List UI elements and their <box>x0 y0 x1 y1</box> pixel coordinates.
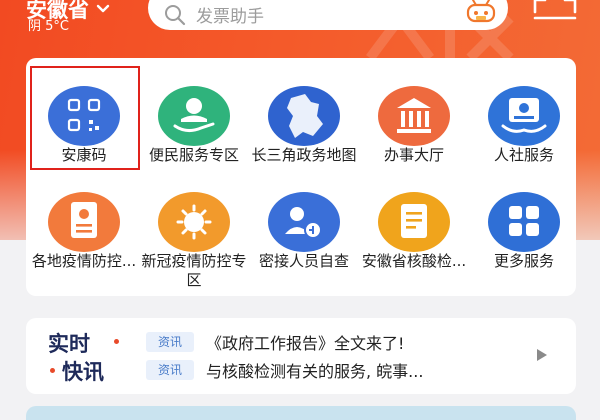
bottom-banner[interactable] <box>26 406 576 420</box>
service-label: 长三角政务地图 <box>251 146 357 164</box>
service-yangtze-map[interactable]: 长三角政务地图 <box>246 62 357 182</box>
news-panel: 实时 快讯 资讯 《政府工作报告》全文来了! 资讯 与核酸检测有关的服务, 皖事… <box>26 318 576 394</box>
news-tag: 资讯 <box>146 332 194 352</box>
service-hand-icon <box>158 86 230 146</box>
search-icon <box>165 5 186 26</box>
service-label: 安徽省核酸检... <box>361 252 467 270</box>
qr-code-icon <box>48 86 120 146</box>
news-title-line2: 快讯 <box>62 360 104 384</box>
service-label: 密接人员自查 <box>258 252 349 270</box>
service-label: 新冠疫情防控专区 <box>141 252 247 289</box>
service-local-epidemic[interactable]: 各地疫情防控... <box>26 168 136 288</box>
search-bar[interactable]: 发票助手 <box>148 0 508 30</box>
service-label: 办事大厅 <box>383 146 444 164</box>
virus-icon <box>158 192 230 252</box>
test-report-icon <box>378 192 450 252</box>
news-item[interactable]: 与核酸检测有关的服务, 皖事... <box>206 358 423 382</box>
play-arrow-icon[interactable] <box>536 348 548 362</box>
service-label: 各地疫情防控... <box>31 252 137 270</box>
news-title-dot <box>114 339 119 344</box>
hall-building-icon <box>378 86 450 146</box>
epidemic-document-icon <box>48 192 120 252</box>
map-icon <box>268 86 340 146</box>
service-nucleic-test[interactable]: 安徽省核酸检... <box>356 168 466 288</box>
service-convenience[interactable]: 便民服务专区 <box>136 62 246 182</box>
service-hall[interactable]: 办事大厅 <box>356 62 466 182</box>
service-label: 安康码 <box>61 146 107 164</box>
news-tag: 资讯 <box>146 360 194 380</box>
grid-more-icon <box>488 192 560 252</box>
service-social-security[interactable]: 人社服务 <box>466 62 576 182</box>
robot-assistant-icon[interactable] <box>464 0 498 24</box>
weather-text: 阴 5°C <box>28 19 69 34</box>
service-close-contact-check[interactable]: 密接人员自查 <box>246 168 356 288</box>
service-label: 便民服务专区 <box>148 146 239 164</box>
social-security-card-icon <box>488 86 560 146</box>
search-placeholder: 发票助手 <box>196 7 264 27</box>
service-label: 人社服务 <box>493 146 554 164</box>
service-label: 更多服务 <box>493 252 554 270</box>
news-title-dot <box>50 368 55 373</box>
news-item[interactable]: 《政府工作报告》全文来了! <box>206 330 404 354</box>
service-covid-zone[interactable]: 新冠疫情防控专区 <box>136 168 247 289</box>
contacts-icon <box>268 192 340 252</box>
service-ankang-code[interactable]: 安康码 <box>26 62 136 182</box>
scan-icon[interactable] <box>533 0 577 28</box>
service-more[interactable]: 更多服务 <box>466 168 576 288</box>
chevron-down-icon <box>96 4 110 13</box>
news-title-line1: 实时 <box>48 332 90 356</box>
